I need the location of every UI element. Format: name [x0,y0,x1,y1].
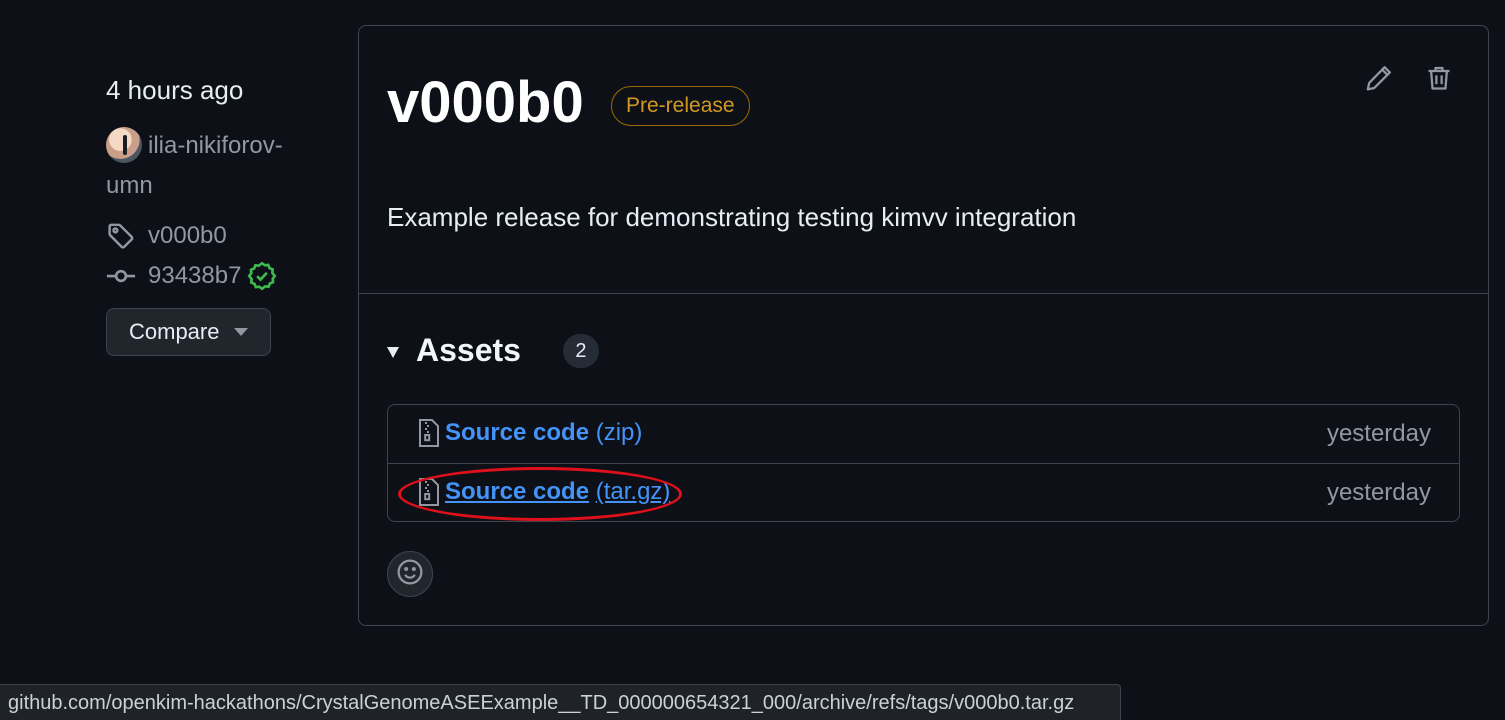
edit-release-button[interactable] [1361,62,1397,98]
delete-release-button[interactable] [1421,62,1457,98]
tag-icon [106,221,136,251]
asset-name[interactable]: Source code [445,419,589,446]
tag-name[interactable]: v000b0 [148,222,227,250]
release-time: 4 hours ago [106,75,244,105]
asset-ext[interactable]: (tar.gz) [596,478,671,505]
release-page: 4 hours ago ilia-nikiforov-umn v000b0 93… [0,0,1505,720]
release-meta: 4 hours ago ilia-nikiforov-umn v000b0 93… [106,70,346,356]
status-bar-url: github.com/openkim-hackathons/CrystalGen… [0,684,1121,720]
asset-date: yesterday [1326,420,1431,447]
tag-link[interactable]: v000b0 [106,216,346,256]
asset-link[interactable]: Source code (tar.gz) [445,478,670,506]
compare-label: Compare [129,319,220,344]
release-card: v000b0 Pre-release Example release for d… [358,25,1489,626]
smiley-icon [396,558,424,591]
asset-row: Source code (zip) yesterday [388,405,1459,463]
commit-icon [106,261,136,291]
pencil-icon [1365,64,1393,97]
check-circle-icon[interactable] [247,261,277,291]
trash-icon [1425,64,1453,97]
assets-count: 2 [562,333,599,368]
assets-list: Source code (zip) yesterday Source code … [387,404,1460,522]
assets-toggle[interactable]: Assets 2 [387,332,599,369]
add-reaction-button[interactable] [387,551,433,597]
release-header: v000b0 Pre-release Example release for d… [359,26,1488,294]
release-title[interactable]: v000b0 [387,68,584,138]
commit-link[interactable]: 93438b7 [106,256,346,296]
commit-sha[interactable]: 93438b7 [148,262,241,290]
asset-date: yesterday [1326,479,1431,506]
pre-release-badge: Pre-release [611,86,750,126]
triangle-down-icon [387,347,399,358]
asset-link[interactable]: Source code (zip) [445,419,642,447]
asset-ext[interactable]: (zip) [596,419,643,446]
author-link[interactable]: ilia-nikiforov-umn [106,126,286,206]
file-zip-icon [418,418,440,448]
release-description: Example release for demonstrating testin… [387,202,1077,232]
asset-row: Source code (tar.gz) yesterday [388,463,1459,521]
file-zip-icon [418,477,440,507]
assets-heading: Assets [416,332,521,368]
compare-button[interactable]: Compare [106,308,271,356]
chevron-down-icon [234,328,248,336]
asset-name[interactable]: Source code [445,478,589,505]
avatar[interactable] [106,127,142,163]
